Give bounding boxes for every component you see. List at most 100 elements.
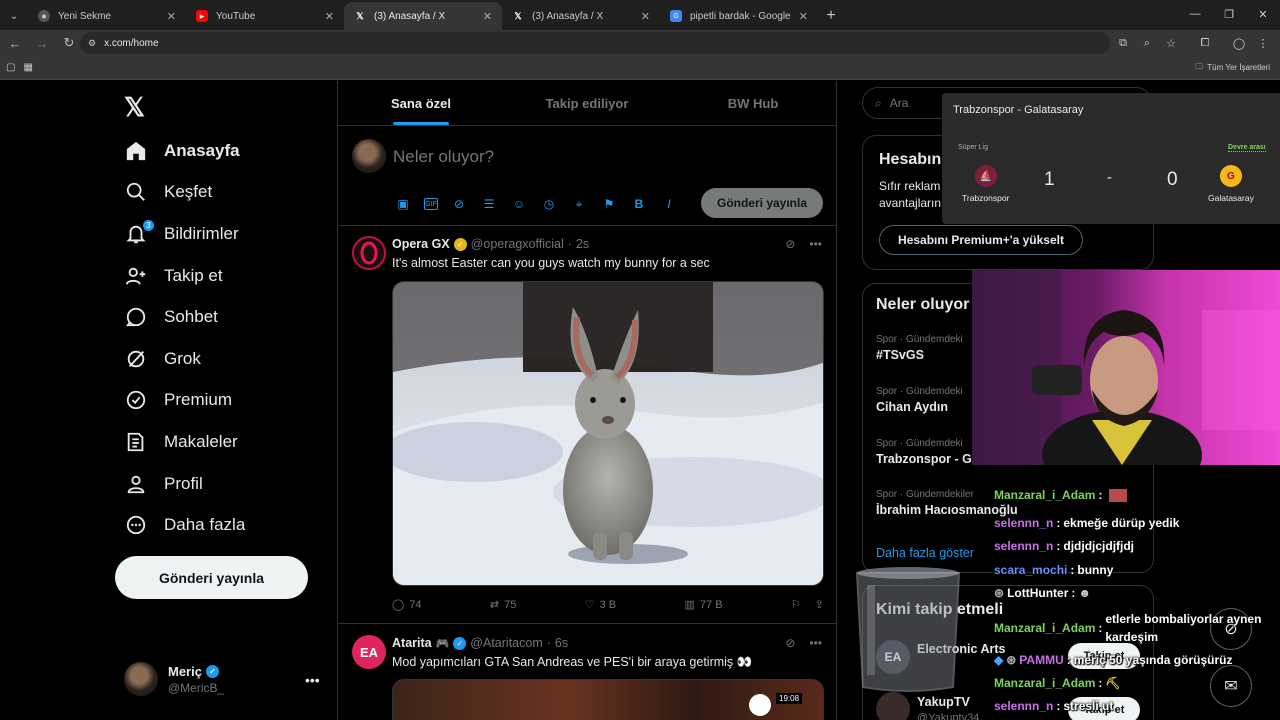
bookmark-page-icon[interactable]: ▢ xyxy=(6,62,15,73)
trend-item[interactable]: Spor · Gündemdeki Cihan Aydın xyxy=(876,386,963,414)
restore-icon[interactable]: ❐ xyxy=(1212,0,1246,28)
tweet[interactable]: EA Atarita 🎮 ✓ @Ataritacom · 6s ⊘ ••• Mo… xyxy=(338,625,836,720)
gif-icon[interactable]: GIF xyxy=(424,198,438,210)
chat-colon: : xyxy=(1066,653,1071,667)
timeline-tabs: Sana özel Takip ediliyor BW Hub xyxy=(338,81,836,126)
author-name[interactable]: Atarita xyxy=(392,636,432,650)
flag-icon[interactable]: ⚑ xyxy=(600,195,618,213)
account-more-icon[interactable]: ••• xyxy=(305,672,320,688)
avatar[interactable]: EA xyxy=(352,635,386,669)
author-name[interactable]: Opera GX xyxy=(392,237,450,251)
bookmark-icon[interactable]: ⚐ xyxy=(791,598,801,611)
close-tab-icon[interactable]: ✕ xyxy=(641,10,650,23)
tweet-time[interactable]: 2s xyxy=(576,237,589,251)
show-more-link[interactable]: Daha fazla göster xyxy=(876,546,974,560)
toolbar-actions: ⧉ ⌕ ☆ ⧠ ◯ ⋮ xyxy=(1112,32,1274,54)
nav-explore[interactable]: Keşfet xyxy=(112,172,245,214)
all-bookmarks[interactable]: 🗀 Tüm Yer İşaretleri xyxy=(1195,61,1270,75)
chat-text: etlerle bombaliyorlar aynen kardeşim xyxy=(1105,612,1262,644)
chat-colon: : xyxy=(1056,699,1061,713)
account-switcher[interactable]: Meriç ✓ @MericB_ xyxy=(124,662,224,696)
nav-more[interactable]: Daha fazla xyxy=(112,504,245,546)
x-logo[interactable]: 𝕏 xyxy=(124,92,145,123)
nav-follow[interactable]: Takip et xyxy=(112,255,245,297)
close-tab-icon[interactable]: ✕ xyxy=(167,10,176,23)
emoji-icon[interactable]: ☺ xyxy=(510,195,528,213)
minimize-icon[interactable]: — xyxy=(1178,0,1212,28)
browser-tab-3[interactable]: 𝕏 (3) Anasayfa / X ✕ xyxy=(344,2,502,30)
nav-premium[interactable]: Premium xyxy=(112,380,245,422)
tab-search-icon[interactable]: ⌄ xyxy=(0,2,28,30)
tweet-time[interactable]: 6s xyxy=(555,636,568,650)
tweet-image[interactable] xyxy=(392,281,824,586)
grok-icon[interactable]: ⊘ xyxy=(785,237,795,251)
site-info-icon[interactable]: ⚙ xyxy=(88,38,96,49)
close-window-icon[interactable]: ✕ xyxy=(1246,0,1280,28)
browser-tab-2[interactable]: ▶ YouTube ✕ xyxy=(186,2,344,30)
forward-icon[interactable]: → xyxy=(30,31,54,55)
reply-button[interactable]: ◯ 74 xyxy=(392,598,422,612)
close-tab-icon[interactable]: ✕ xyxy=(799,10,808,23)
nav-home[interactable]: Anasayfa xyxy=(112,130,245,172)
browser-tab-4[interactable]: 𝕏 (3) Anasayfa / X ✕ xyxy=(502,2,660,30)
browser-tab-1[interactable]: ● Yeni Sekme ✕ xyxy=(28,2,186,30)
schedule-icon[interactable]: ◷ xyxy=(540,195,558,213)
trend-item[interactable]: Spor · Gündemdeki #TSvGS xyxy=(876,334,963,362)
close-tab-icon[interactable]: ✕ xyxy=(325,10,334,23)
nav-profile[interactable]: Profil xyxy=(112,463,245,505)
suggestion-avatar[interactable] xyxy=(876,692,910,720)
tab-following[interactable]: Takip ediliyor xyxy=(504,81,670,125)
composer-input[interactable]: Neler oluyor? xyxy=(393,147,494,167)
upgrade-premium-button[interactable]: Hesabını Premium+'a yükselt xyxy=(879,225,1083,255)
like-button[interactable]: ♡ 3 B xyxy=(584,598,616,612)
home-icon xyxy=(124,139,148,163)
profile-icon[interactable]: ◯ xyxy=(1228,32,1250,54)
match-status: Devre arası xyxy=(1228,144,1266,152)
tab-for-you[interactable]: Sana özel xyxy=(338,81,504,125)
location-icon[interactable]: ⌖ xyxy=(570,195,588,213)
nav-grok[interactable]: Grok xyxy=(112,338,245,380)
more-icon[interactable]: ••• xyxy=(809,636,822,650)
share-icon[interactable]: ⇪ xyxy=(815,598,824,611)
tab-bw-hub[interactable]: BW Hub xyxy=(670,81,836,125)
nav-chat[interactable]: Sohbet xyxy=(112,296,245,338)
menu-icon[interactable]: ⋮ xyxy=(1252,32,1274,54)
new-tab-button[interactable]: + xyxy=(818,2,844,30)
heart-icon: ♡ xyxy=(584,599,595,611)
more-icon[interactable]: ••• xyxy=(809,237,822,251)
views-button[interactable]: ▥ 77 B xyxy=(685,598,723,612)
italic-icon[interactable]: I xyxy=(660,195,678,213)
address-bar[interactable]: ⚙ x.com/home xyxy=(80,32,1110,54)
extensions-icon[interactable]: ⧠ xyxy=(1194,32,1216,54)
back-icon[interactable]: ← xyxy=(3,31,27,55)
grok-icon[interactable]: ⊘ xyxy=(785,636,795,650)
bold-icon[interactable]: B xyxy=(630,195,648,213)
tweet[interactable]: Opera GX ✓ @operagxofficial · 2s ⊘ ••• I… xyxy=(338,226,836,624)
browser-tab-5[interactable]: G pipetli bardak - Google Alışveriş ✕ xyxy=(660,2,818,30)
apps-grid-icon[interactable]: ▦ xyxy=(23,62,32,73)
trend-item[interactable]: Spor · Gündemdeki Trabzonspor - G xyxy=(876,438,972,466)
author-handle[interactable]: @Ataritacom xyxy=(470,636,542,650)
nav-label: Grok xyxy=(164,348,201,368)
reload-icon[interactable]: ↻ xyxy=(57,31,81,55)
zoom-icon[interactable]: ⌕ xyxy=(1136,32,1158,54)
video-thumbnail xyxy=(749,694,771,716)
avatar[interactable] xyxy=(352,236,386,270)
suggestion-name[interactable]: YakupTV xyxy=(917,695,970,709)
post-button[interactable]: Gönderi yayınla xyxy=(115,556,308,599)
composer-post-button[interactable]: Gönderi yayınla xyxy=(701,188,823,218)
install-icon[interactable]: ⧉ xyxy=(1112,32,1134,54)
close-tab-icon[interactable]: ✕ xyxy=(483,10,492,23)
nav-articles[interactable]: Makaleler xyxy=(112,421,245,463)
messages-fab[interactable]: ✉ xyxy=(1210,665,1252,707)
nav-notifications[interactable]: 3 Bildirimler xyxy=(112,213,245,255)
grok-icon[interactable]: ⊘ xyxy=(450,195,468,213)
poll-icon[interactable]: ☰ xyxy=(480,195,498,213)
image-icon[interactable]: ▣ xyxy=(394,195,412,213)
bookmark-star-icon[interactable]: ☆ xyxy=(1160,32,1182,54)
nav-label: Takip et xyxy=(164,265,223,285)
author-handle[interactable]: @operagxofficial xyxy=(471,237,564,251)
tweet-video[interactable]: 19:08 xyxy=(392,679,824,720)
webcam-overlay xyxy=(972,270,1280,465)
repost-button[interactable]: ⇄ 75 xyxy=(490,598,516,612)
